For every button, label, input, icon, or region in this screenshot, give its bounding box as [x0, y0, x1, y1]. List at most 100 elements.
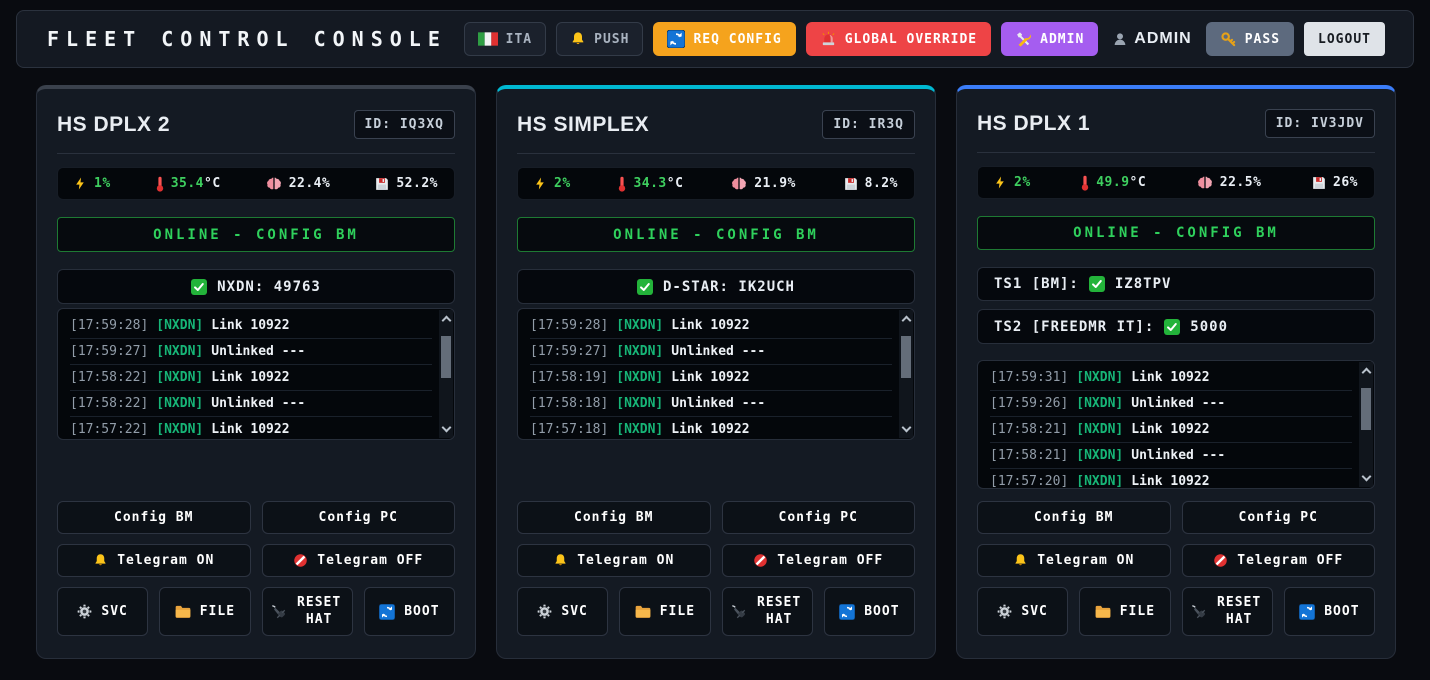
logout-label: LOGOUT	[1318, 32, 1371, 47]
divider	[977, 152, 1375, 153]
tools-icon	[1015, 31, 1032, 48]
card-title: HS SIMPLEX	[517, 114, 649, 135]
pass-button[interactable]: PASS	[1206, 22, 1294, 56]
scroll-down-icon[interactable]	[901, 423, 911, 433]
header-actions: ITA PUSH REQ CONFIG GLOBAL OVERRIDE ADMI	[464, 22, 1385, 56]
push-label: PUSH	[594, 32, 629, 47]
lightning-icon	[534, 176, 547, 191]
config-bm-button[interactable]: Config BM	[977, 501, 1171, 534]
boot-button[interactable]: BOOT	[824, 587, 915, 636]
telegram-on-button[interactable]: Telegram ON	[517, 544, 711, 577]
floppy-disk-icon	[844, 177, 858, 191]
device-cards: HS DPLX 2 ID: IQ3XQ 1% 35.4°C 22.4% 52.2…	[36, 85, 1396, 659]
reset-hat-button[interactable]: RESET HAT	[262, 587, 353, 636]
log-scrollbar[interactable]	[899, 310, 913, 438]
language-label: ITA	[506, 32, 532, 47]
temperature-stat: 34.3°C	[618, 176, 683, 192]
req-config-button[interactable]: REQ CONFIG	[653, 22, 795, 56]
ram-stat: 52.2%	[375, 176, 438, 191]
svc-button[interactable]: SVC	[517, 587, 608, 636]
folder-icon	[175, 605, 191, 618]
battery-stat: 1%	[74, 176, 111, 191]
stats-bar: 2% 34.3°C 21.9% 8.2%	[517, 167, 915, 200]
stats-bar: 1% 35.4°C 22.4% 52.2%	[57, 167, 455, 200]
reset-hat-button[interactable]: RESET HAT	[722, 587, 813, 636]
pass-label: PASS	[1245, 32, 1280, 47]
reset-hat-button[interactable]: RESET HAT	[1182, 587, 1273, 636]
log-scrollbar[interactable]	[439, 310, 453, 438]
status-banner: ONLINE - CONFIG BM	[57, 217, 455, 252]
log-entry: [17:57:22][NXDN]Link 10922	[70, 417, 432, 440]
log-entry: [17:57:20][NXDN]Link 10922	[990, 469, 1352, 489]
floppy-disk-icon	[1312, 176, 1326, 190]
scrollbar-track	[439, 328, 453, 420]
boot-button[interactable]: BOOT	[364, 587, 455, 636]
telegram-off-button[interactable]: Telegram OFF	[1182, 544, 1376, 577]
gear-icon	[997, 604, 1012, 619]
italy-flag-icon	[478, 32, 498, 46]
check-icon	[191, 279, 207, 295]
scrollbar-thumb[interactable]	[441, 336, 451, 378]
brain-icon	[1197, 176, 1213, 189]
cpu-stat: 22.5%	[1197, 175, 1262, 190]
scroll-up-icon[interactable]	[441, 316, 451, 326]
mode-indicator: NXDN: 49763	[57, 269, 455, 304]
thermometer-icon	[156, 176, 164, 192]
telegram-off-button[interactable]: Telegram OFF	[722, 544, 916, 577]
log-pane: [17:59:28][NXDN]Link 10922 [17:59:27][NX…	[57, 308, 455, 440]
logout-button[interactable]: LOGOUT	[1304, 22, 1385, 56]
prohibited-icon	[293, 553, 308, 568]
file-button[interactable]: FILE	[159, 587, 250, 636]
telegram-on-button[interactable]: Telegram ON	[977, 544, 1171, 577]
status-banner: ONLINE - CONFIG BM	[517, 217, 915, 252]
telegram-off-button[interactable]: Telegram OFF	[262, 544, 456, 577]
thermometer-icon	[618, 176, 626, 192]
status-banner: ONLINE - CONFIG BM	[977, 216, 1375, 250]
global-override-button[interactable]: GLOBAL OVERRIDE	[806, 22, 991, 56]
floppy-disk-icon	[375, 177, 389, 191]
scroll-up-icon[interactable]	[1361, 367, 1371, 377]
check-icon	[637, 279, 653, 295]
boot-button[interactable]: BOOT	[1284, 587, 1375, 636]
scrollbar-thumb[interactable]	[1361, 388, 1371, 430]
admin-panel-button[interactable]: ADMIN	[1001, 22, 1098, 56]
svc-button[interactable]: SVC	[57, 587, 148, 636]
battery-stat: 2%	[534, 176, 571, 191]
config-bm-button[interactable]: Config BM	[57, 501, 251, 534]
config-bm-button[interactable]: Config BM	[517, 501, 711, 534]
log-entry: [17:59:26][NXDN]Unlinked ---	[990, 391, 1352, 417]
scroll-down-icon[interactable]	[1361, 472, 1371, 482]
svc-button[interactable]: SVC	[977, 587, 1068, 636]
device-card-hs-simplex: HS SIMPLEX ID: IR3Q 2% 34.3°C 21.9% 8.2%…	[496, 85, 936, 659]
scroll-up-icon[interactable]	[901, 316, 911, 326]
log-pane: [17:59:31][NXDN]Link 10922 [17:59:26][NX…	[977, 360, 1375, 489]
app-title: FLEET CONTROL CONSOLE	[47, 27, 447, 51]
mode-indicator-ts1: TS1 [BM]: IZ8TPV	[977, 267, 1375, 301]
config-pc-button[interactable]: Config PC	[722, 501, 916, 534]
file-button[interactable]: FILE	[619, 587, 710, 636]
scrollbar-thumb[interactable]	[901, 336, 911, 378]
card-actions: Config BM Config PC Telegram ON Telegram…	[57, 489, 455, 636]
check-icon	[1089, 276, 1105, 292]
language-button[interactable]: ITA	[464, 22, 546, 56]
log-scrollbar[interactable]	[1359, 362, 1373, 487]
config-pc-button[interactable]: Config PC	[1182, 501, 1376, 534]
log-entry: [17:59:31][NXDN]Link 10922	[990, 365, 1352, 391]
push-button[interactable]: PUSH	[556, 22, 643, 56]
log-entry: [17:58:22][NXDN]Link 10922	[70, 365, 432, 391]
card-actions: Config BM Config PC Telegram ON Telegram…	[517, 489, 915, 636]
boot-sync-icon	[839, 604, 855, 620]
scroll-down-icon[interactable]	[441, 423, 451, 433]
file-button[interactable]: FILE	[1079, 587, 1170, 636]
log-entry: [17:58:19][NXDN]Link 10922	[530, 365, 892, 391]
card-actions: Config BM Config PC Telegram ON Telegram…	[977, 489, 1375, 636]
boot-sync-icon	[1299, 604, 1315, 620]
telegram-on-button[interactable]: Telegram ON	[57, 544, 251, 577]
log-entry: [17:59:28][NXDN]Link 10922	[530, 313, 892, 339]
config-pc-button[interactable]: Config PC	[262, 501, 456, 534]
bell-icon	[553, 553, 568, 568]
brain-icon	[266, 177, 282, 190]
req-config-label: REQ CONFIG	[693, 32, 781, 47]
device-id-badge: ID: IV3JDV	[1265, 109, 1375, 138]
prohibited-icon	[753, 553, 768, 568]
